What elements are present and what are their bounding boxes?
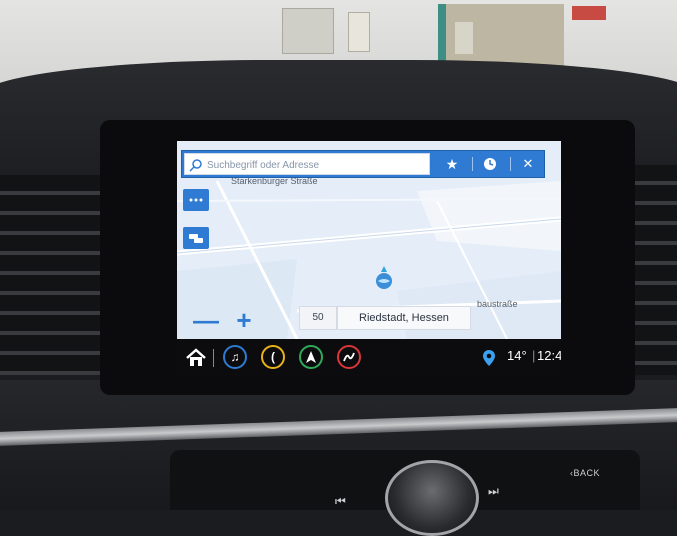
onstar-app-button[interactable] <box>337 345 361 369</box>
wall-red-sign <box>572 6 606 20</box>
zoom-out-button[interactable]: — <box>193 307 219 333</box>
phone-icon: ( <box>271 350 275 364</box>
search-input[interactable] <box>205 155 429 175</box>
divider <box>510 157 511 171</box>
close-icon[interactable]: ✕ <box>512 151 544 177</box>
divider <box>472 157 473 171</box>
taskbar: ♫ ( 14° | 12:47 <box>177 339 561 377</box>
navigation-app-button[interactable] <box>299 345 323 369</box>
zoom-in-button[interactable]: + <box>233 307 255 333</box>
search-field[interactable] <box>184 153 430 175</box>
air-vent-left <box>0 175 110 375</box>
star-icon[interactable]: ★ <box>436 151 468 177</box>
temperature-display: 14° <box>507 348 527 363</box>
speed-limit-badge: 50 <box>299 306 337 330</box>
traffic-icon <box>189 234 203 243</box>
wall-sign <box>455 22 473 54</box>
volume-knob[interactable] <box>385 460 479 536</box>
clock-display: 12:47 <box>537 348 561 363</box>
search-bar: ★ ✕ <box>181 150 545 178</box>
vehicle-position-icon <box>376 266 392 289</box>
infotainment-screen: ★ ✕ Starkenburger Straße baustraße — + 5… <box>177 141 561 377</box>
wall-box <box>282 8 334 54</box>
more-options-button[interactable] <box>183 189 209 211</box>
navigation-icon <box>306 351 316 363</box>
street-label-top: Starkenburger Straße <box>231 176 318 186</box>
more-icon <box>189 198 203 202</box>
current-location-label: Riedstadt, Hessen <box>337 306 471 330</box>
location-pin-icon <box>483 350 495 366</box>
music-app-button[interactable]: ♫ <box>223 345 247 369</box>
home-icon[interactable] <box>185 347 207 369</box>
taskbar-divider <box>213 349 214 367</box>
wall-panel <box>348 12 370 52</box>
music-icon: ♫ <box>230 350 240 364</box>
traffic-button[interactable] <box>183 227 209 249</box>
phone-app-button[interactable]: ( <box>261 345 285 369</box>
skip-back-icon[interactable]: ⏮ <box>335 494 346 509</box>
street-label-right: baustraße <box>477 299 518 309</box>
skip-forward-icon[interactable]: ⏭ <box>488 484 499 499</box>
clock-icon[interactable] <box>474 151 506 177</box>
back-button-label[interactable]: ‹BACK <box>570 468 600 478</box>
onstar-icon <box>343 352 355 362</box>
status-divider: | <box>532 348 536 363</box>
search-icon <box>189 159 202 172</box>
